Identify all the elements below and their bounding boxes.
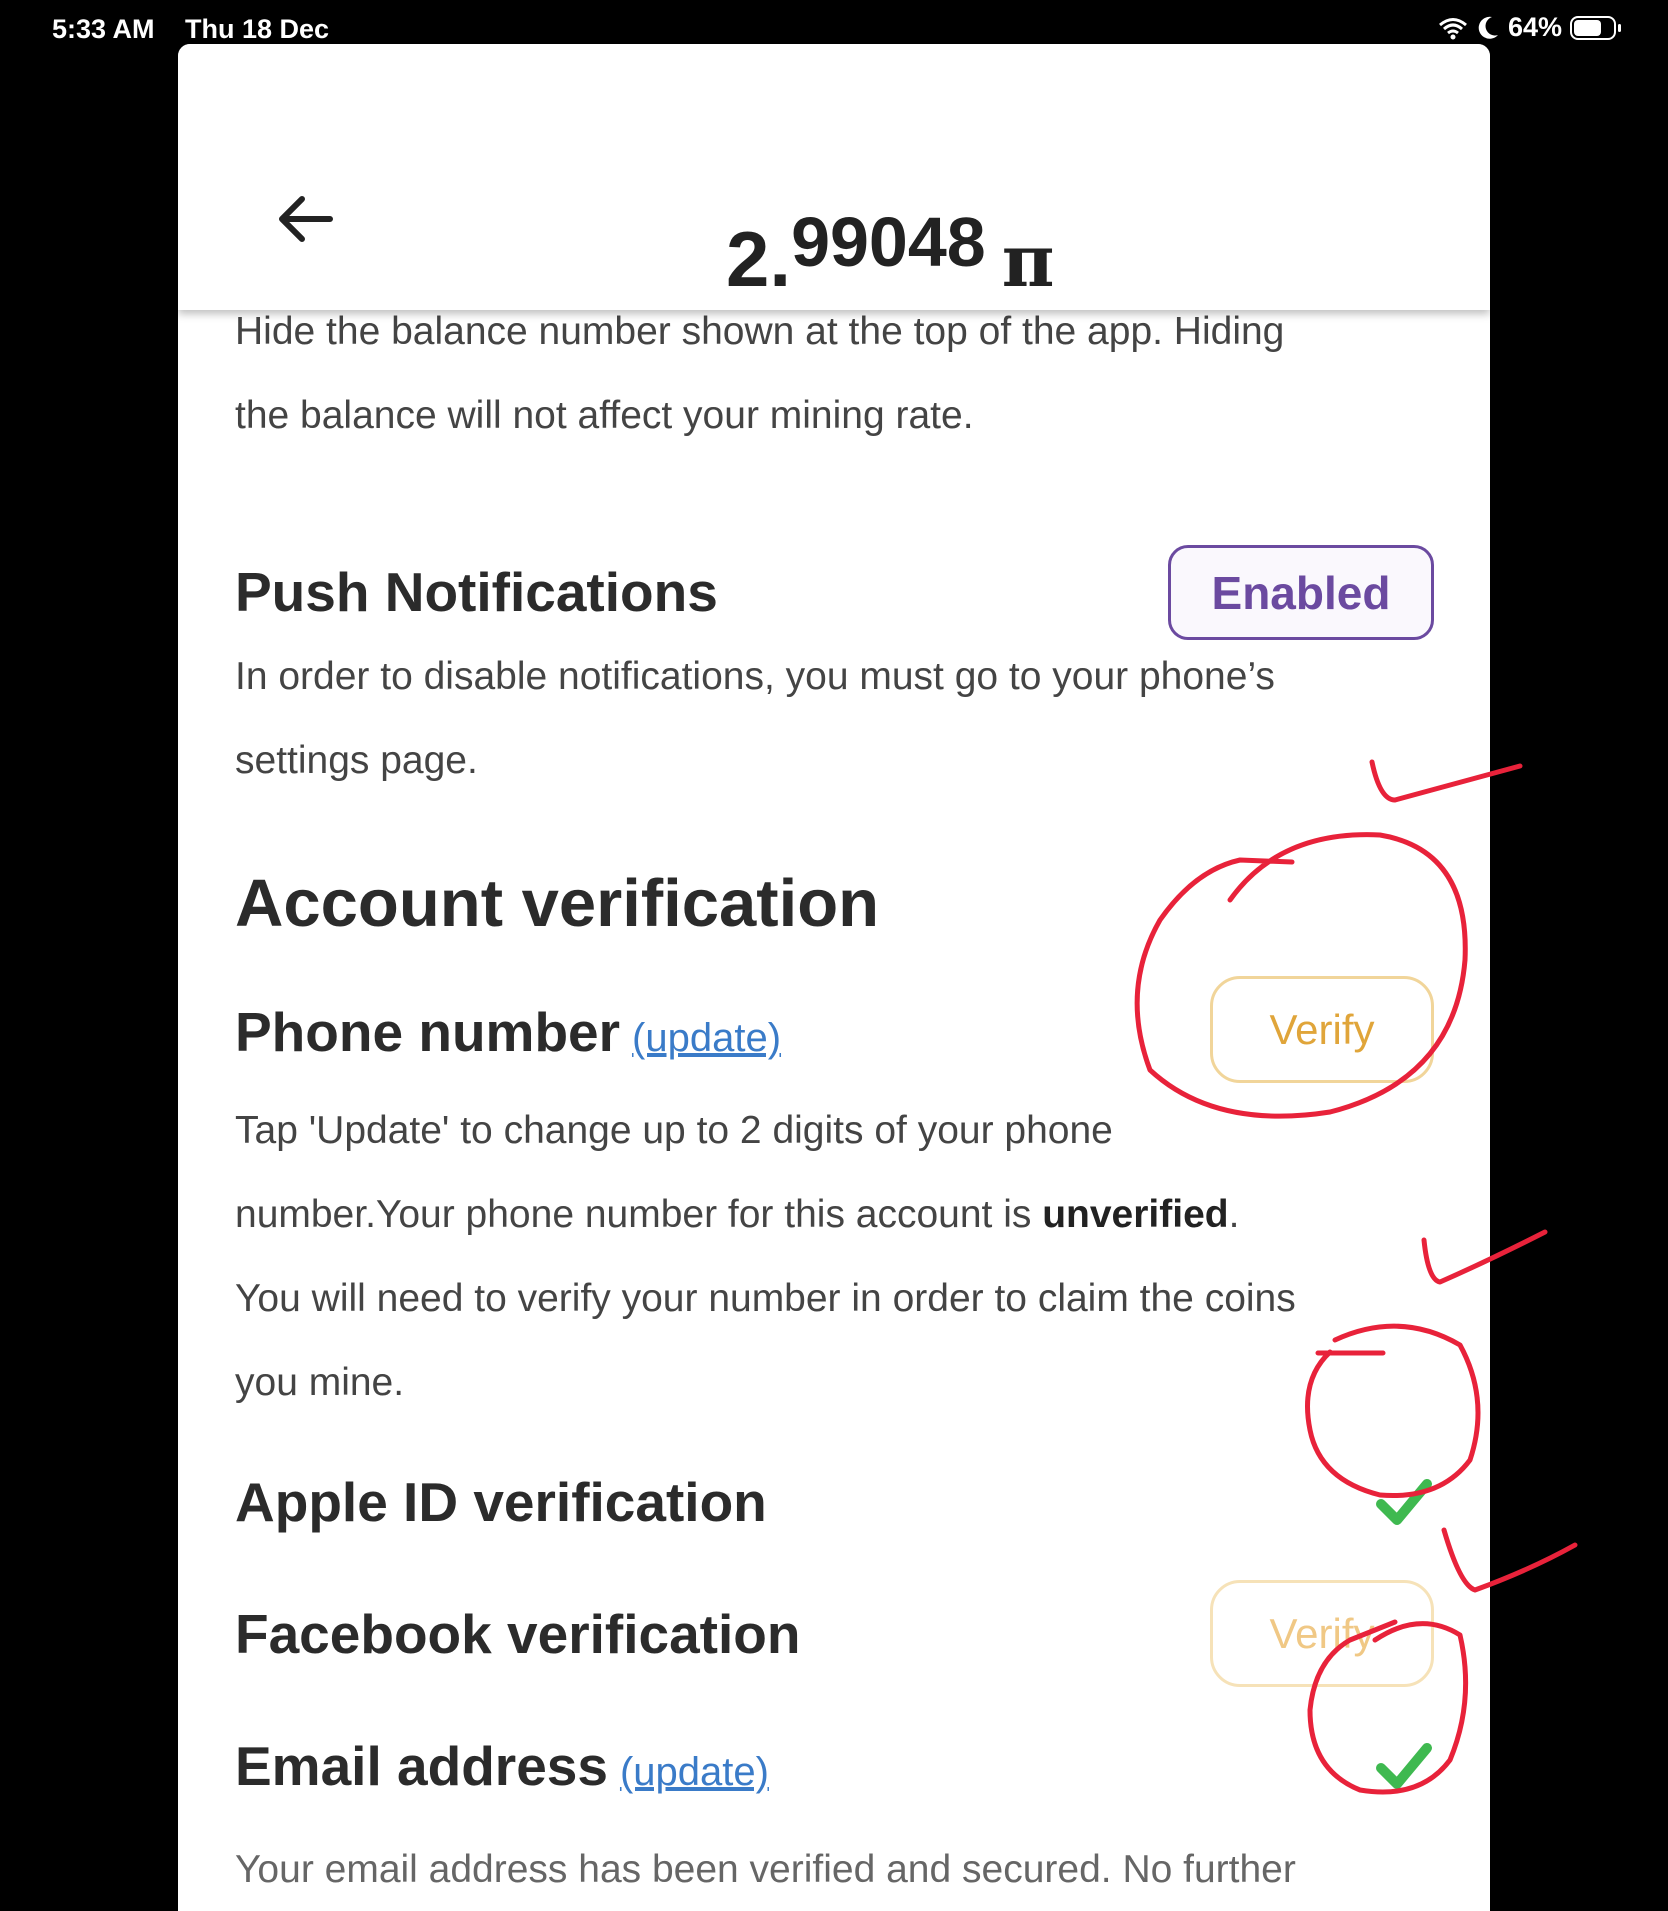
push-notifications-title: Push Notifications (235, 561, 718, 623)
balance-whole: 2. (726, 215, 792, 303)
phone-verify-button[interactable]: Verify (1210, 976, 1434, 1083)
apple-id-verification-title: Apple ID verification (235, 1471, 767, 1533)
settings-sheet: 2. 99048 π Hide the balance number shown… (178, 44, 1490, 1911)
phone-update-link[interactable]: (update) (632, 1016, 781, 1060)
pi-currency-icon: π (1001, 218, 1055, 303)
hide-balance-description: Hide the balance number shown at the top… (235, 310, 1285, 437)
facebook-verify-button[interactable]: Verify (1210, 1580, 1434, 1687)
account-verification-title: Account verification (235, 866, 880, 941)
email-description: Your email address has been verified and… (235, 1848, 1296, 1911)
email-address-title: Email address (update) (235, 1735, 769, 1797)
check-icon (1376, 1743, 1432, 1789)
status-time: 5:33 AM (52, 14, 155, 44)
balance-fraction: 99048 (791, 203, 986, 281)
back-arrow-icon[interactable] (270, 184, 340, 254)
header-bar: 2. 99048 π (178, 44, 1490, 310)
status-right: 64% (1438, 12, 1621, 43)
phone-number-description: Tap 'Update' to change up to 2 digits of… (235, 1109, 1296, 1404)
push-notifications-description: In order to disable notifications, you m… (235, 655, 1275, 782)
notifications-enabled-button[interactable]: Enabled (1168, 545, 1434, 640)
facebook-verification-title: Facebook verification (235, 1603, 801, 1665)
moon-icon (1478, 16, 1498, 39)
phone-number-title: Phone number (update) (235, 1001, 782, 1063)
battery-icon (1570, 15, 1621, 40)
check-icon (1376, 1479, 1432, 1525)
status-date: Thu 18 Dec (185, 14, 330, 44)
email-update-link[interactable]: (update) (620, 1750, 769, 1794)
balance-display: 2. 99048 π (726, 162, 1054, 305)
wifi-icon (1438, 17, 1467, 39)
battery-percent: 64% (1507, 12, 1562, 42)
status-bar: 5:33 AM Thu 18 Dec 64% (0, 0, 1668, 50)
